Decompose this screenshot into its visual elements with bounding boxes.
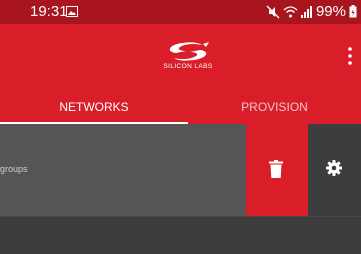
delete-button[interactable] <box>246 124 308 216</box>
tab-networks-label: NETWORKS <box>59 100 129 114</box>
mute-icon <box>266 5 280 18</box>
logo-text: SILICON LABS <box>163 63 213 70</box>
wifi-icon <box>283 5 298 17</box>
list-item[interactable]: groups <box>0 124 361 216</box>
trash-icon <box>269 160 283 178</box>
gear-icon <box>326 160 342 176</box>
more-vert-icon[interactable] <box>345 46 355 66</box>
tab-provision-label: PROVISION <box>241 100 308 114</box>
empty-area <box>0 217 361 254</box>
battery-percent: 99% <box>315 3 346 20</box>
battery-icon <box>349 5 357 18</box>
signal-icon <box>300 5 312 18</box>
status-time: 19:31 <box>30 3 68 20</box>
tab-provision[interactable]: PROVISION <box>188 90 361 124</box>
status-icons: 99% <box>266 3 357 20</box>
tab-networks[interactable]: NETWORKS <box>0 90 188 124</box>
app-bar: SILICON LABS NETWORKS PROVISION <box>0 24 361 124</box>
tab-bar: NETWORKS PROVISION <box>0 90 361 124</box>
silicon-labs-logo-mark <box>169 42 209 61</box>
status-bar: 19:31 99% <box>0 0 361 24</box>
image-icon <box>66 6 78 17</box>
list-item-label: groups <box>0 164 28 174</box>
silicon-labs-logo: SILICON LABS <box>160 41 216 73</box>
settings-button[interactable] <box>308 124 361 216</box>
